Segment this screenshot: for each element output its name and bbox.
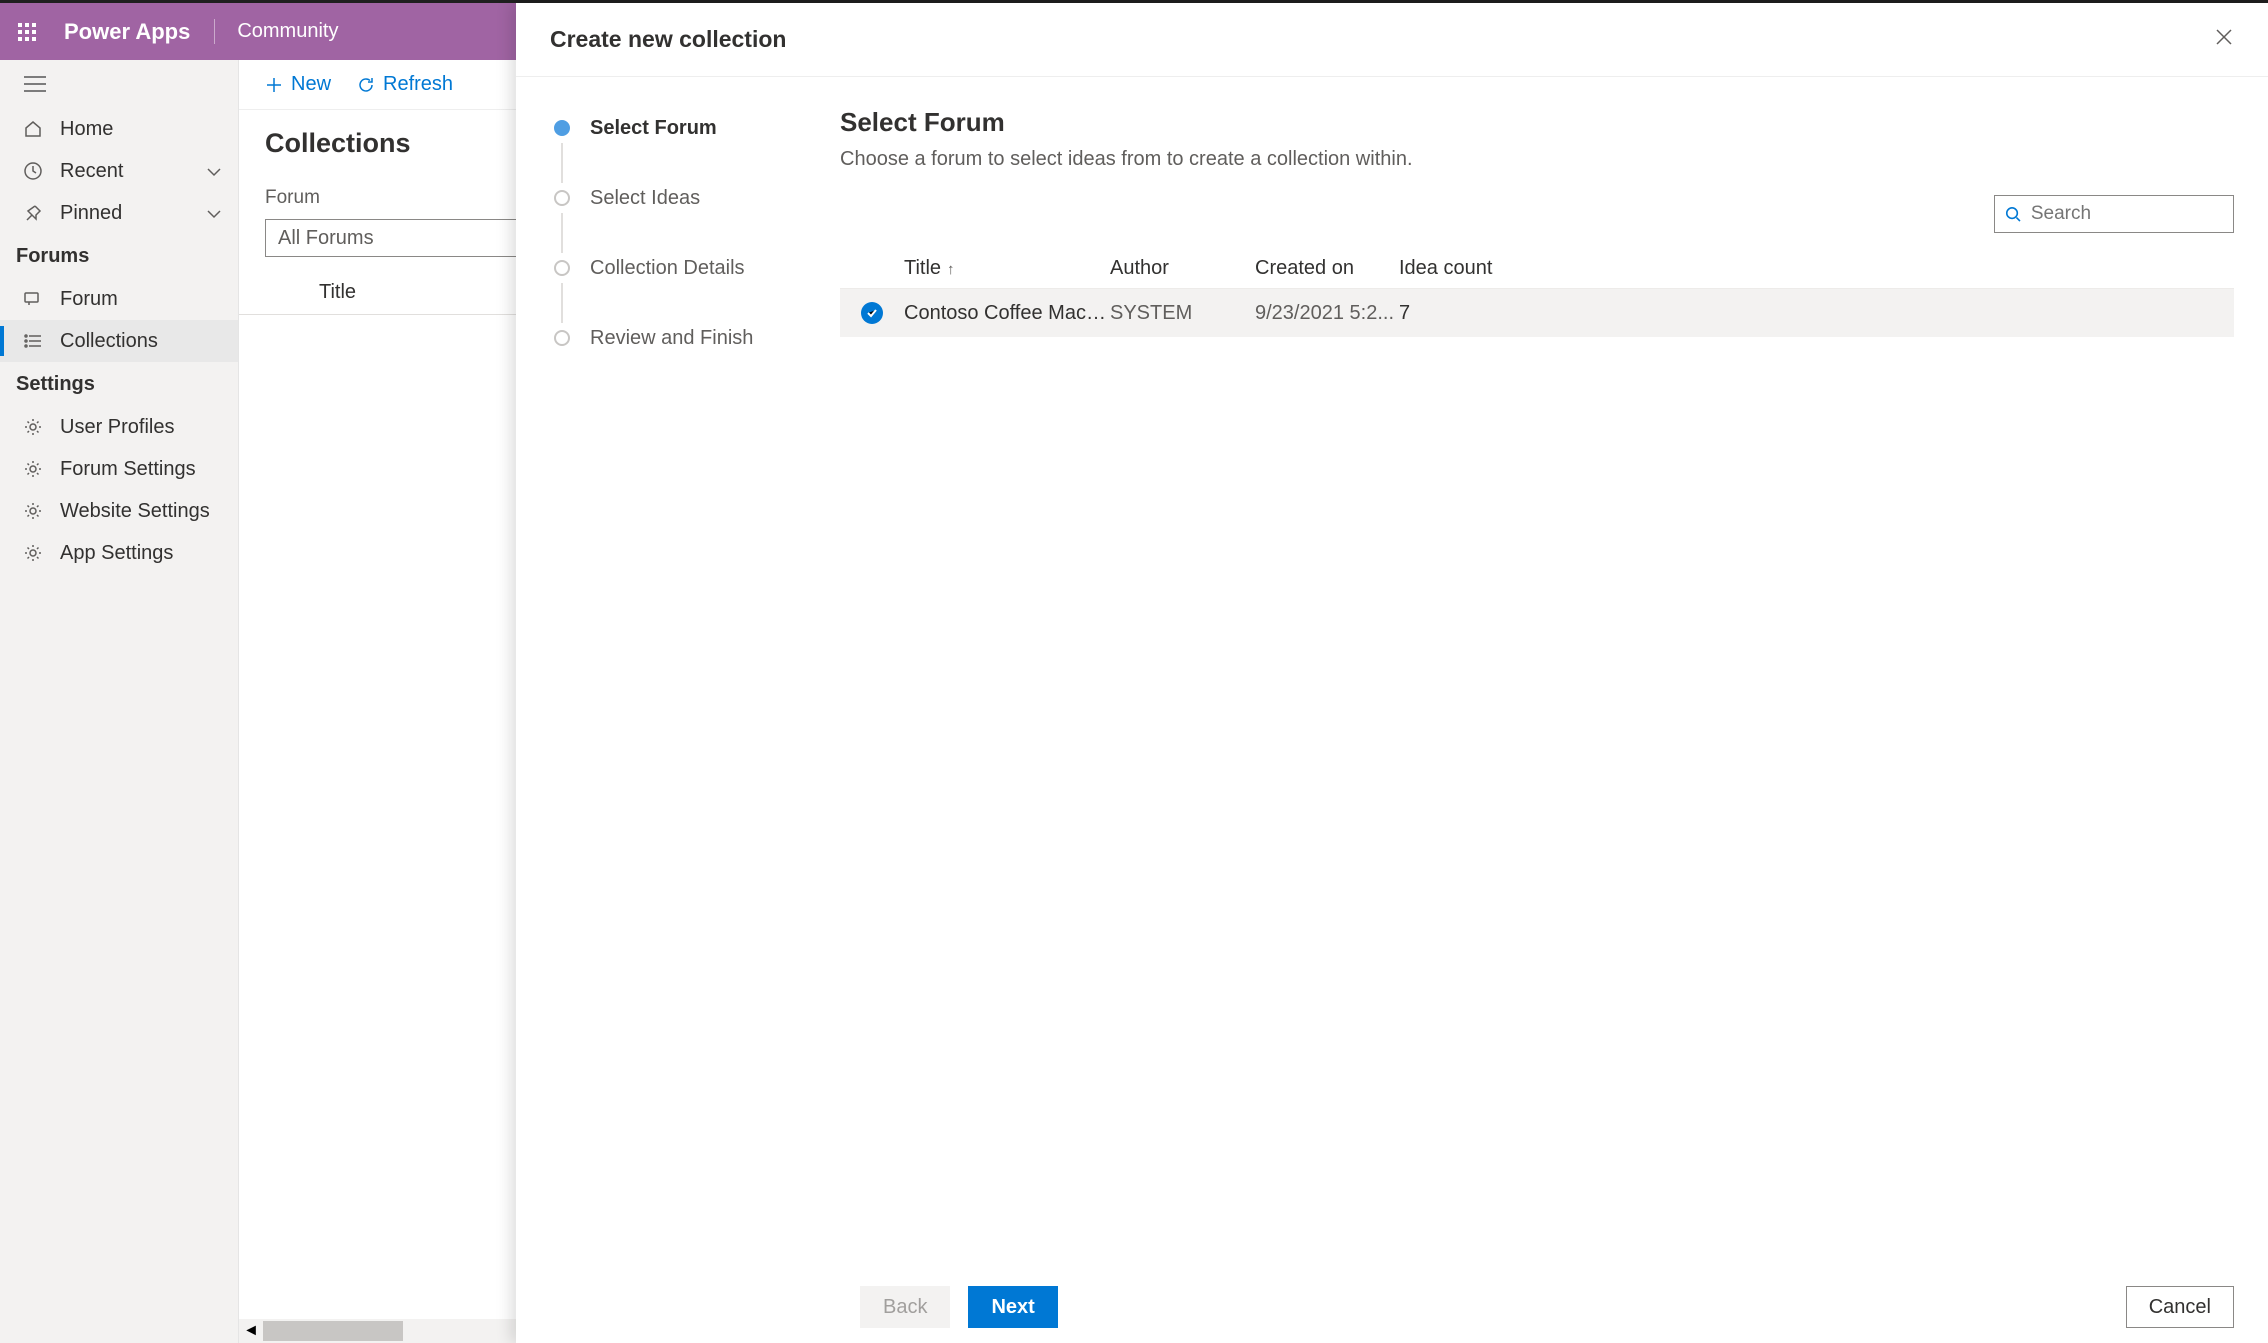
app-brand[interactable]: Power Apps [64,19,190,45]
scrollbar-thumb[interactable] [263,1321,403,1341]
panel-footer: Back Next Cancel [516,1271,2268,1343]
nav-website-settings-label: Website Settings [60,500,210,523]
step-collection-details[interactable]: Collection Details [554,253,798,283]
nav-pinned[interactable]: Pinned [0,192,238,234]
search-input[interactable] [2031,203,2223,225]
plus-icon [265,76,283,94]
scroll-left-icon[interactable]: ◄ [239,1322,263,1340]
step-select-forum[interactable]: Select Forum [554,113,798,143]
gear-icon [20,417,46,437]
nav-recent[interactable]: Recent [0,150,238,192]
clock-icon [20,161,46,181]
nav-section-settings: Settings [0,362,238,406]
hamburger-icon[interactable] [0,60,238,108]
step-dot-icon [554,120,570,136]
nav-pinned-label: Pinned [60,202,122,225]
grid-row[interactable]: Contoso Coffee Mach... SYSTEM 9/23/2021 … [840,289,2234,337]
left-nav: Home Recent Pinned Forums Forum Collecti… [0,60,239,1343]
nav-collections[interactable]: Collections [0,320,238,362]
nav-app-settings[interactable]: App Settings [0,532,238,574]
nav-forum-settings-label: Forum Settings [60,458,196,481]
nav-home-label: Home [60,118,113,141]
nav-forum-label: Forum [60,288,118,311]
step-title: Select Forum [840,107,2234,138]
step-review-finish[interactable]: Review and Finish [554,323,798,353]
waffle-icon[interactable] [12,17,42,47]
step-connector [561,283,563,323]
step-connector [561,213,563,253]
panel-title: Create new collection [550,26,786,53]
nav-recent-label: Recent [60,160,123,183]
pin-icon [20,203,46,223]
refresh-icon [357,76,375,94]
refresh-label: Refresh [383,73,453,96]
step-label: Select Ideas [590,187,700,210]
nav-section-forums: Forums [0,234,238,278]
close-icon[interactable] [2214,27,2234,52]
step-dot-icon [554,260,570,276]
step-connector [561,143,563,183]
step-select-ideas[interactable]: Select Ideas [554,183,798,213]
row-author: SYSTEM [1110,302,1255,325]
row-title: Contoso Coffee Mach... [904,302,1110,325]
next-button[interactable]: Next [968,1286,1057,1328]
step-content: Select Forum Choose a forum to select id… [826,77,2268,1271]
sort-ascending-icon: ↑ [947,261,955,278]
step-label: Collection Details [590,257,745,280]
column-header-ideacount[interactable]: Idea count [1399,257,1529,280]
back-button[interactable]: Back [860,1286,950,1328]
column-header-title[interactable]: Title↑ [904,257,1110,280]
header-separator [214,19,215,44]
forum-filter-value: All Forums [278,227,374,250]
step-label: Select Forum [590,117,717,140]
cancel-button[interactable]: Cancel [2126,1286,2234,1328]
gear-icon [20,459,46,479]
home-icon [20,119,46,139]
nav-user-profiles-label: User Profiles [60,416,174,439]
column-title[interactable]: Title [319,281,356,304]
gear-icon [20,501,46,521]
forum-icon [20,289,46,309]
nav-forum-settings[interactable]: Forum Settings [0,448,238,490]
nav-home[interactable]: Home [0,108,238,150]
panel-header: Create new collection [516,3,2268,77]
grid-header: Title↑ Author Created on Idea count [840,249,2234,289]
column-header-author[interactable]: Author [1110,257,1255,280]
row-selected-check-icon[interactable] [861,302,883,324]
nav-user-profiles[interactable]: User Profiles [0,406,238,448]
row-ideacount: 7 [1399,302,1529,325]
chevron-down-icon [206,160,222,183]
nav-website-settings[interactable]: Website Settings [0,490,238,532]
search-icon [2005,205,2021,223]
refresh-button[interactable]: Refresh [347,67,463,102]
chevron-down-icon [206,202,222,225]
create-collection-panel: Create new collection Select Forum Selec… [516,3,2268,1343]
step-label: Review and Finish [590,327,753,350]
column-header-created[interactable]: Created on [1255,257,1399,280]
forum-grid: Title↑ Author Created on Idea count Cont… [840,249,2234,337]
list-icon [20,331,46,351]
nav-app-settings-label: App Settings [60,542,173,565]
step-dot-icon [554,190,570,206]
row-created: 9/23/2021 5:2... [1255,302,1399,325]
gear-icon [20,543,46,563]
nav-collections-label: Collections [60,330,158,353]
app-context[interactable]: Community [237,20,338,43]
wizard-steps: Select Forum Select Ideas Collection Det… [516,77,826,1271]
step-dot-icon [554,330,570,346]
new-button[interactable]: New [255,67,341,102]
new-label: New [291,73,331,96]
nav-forum[interactable]: Forum [0,278,238,320]
step-subtitle: Choose a forum to select ideas from to c… [840,148,2234,171]
search-box[interactable] [1994,195,2234,233]
